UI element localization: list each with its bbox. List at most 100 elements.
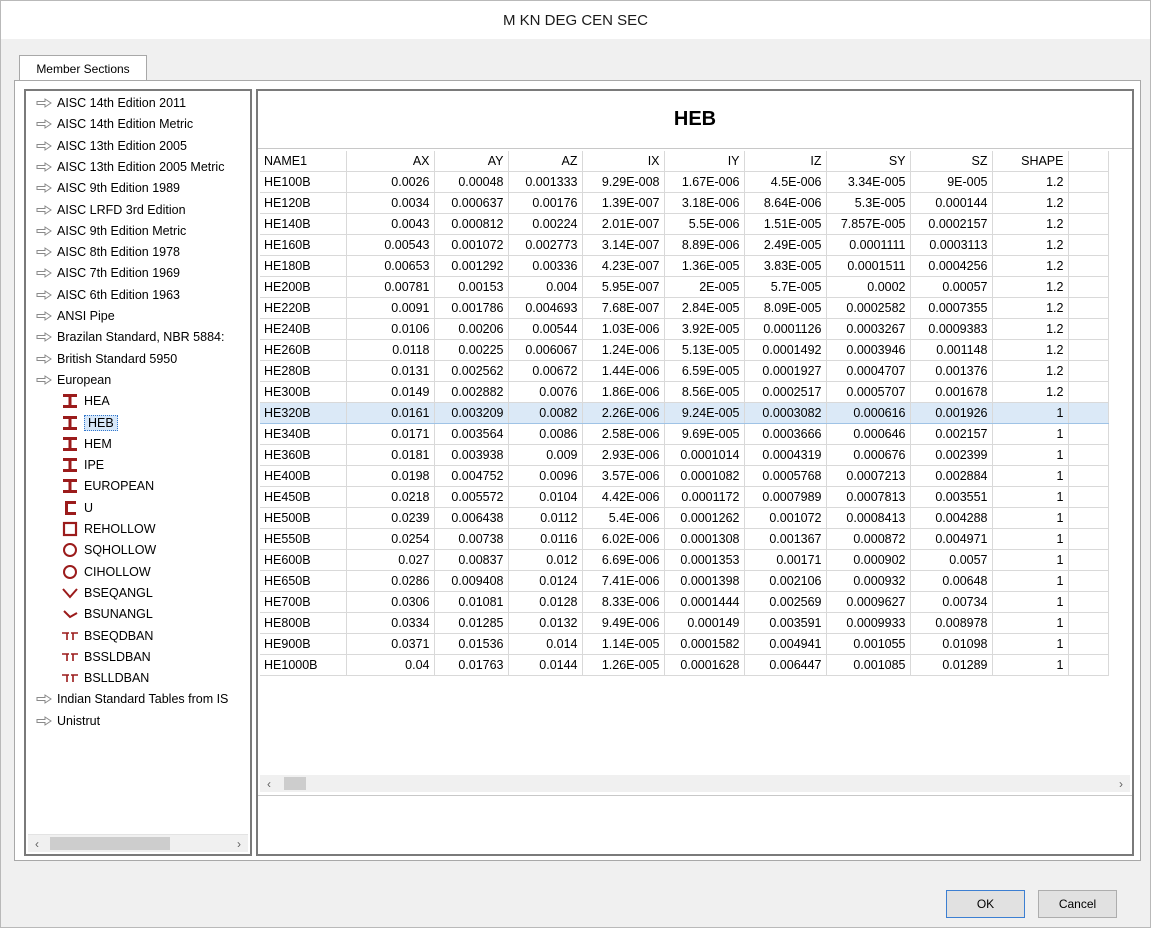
expand-arrow-icon[interactable] [36, 715, 52, 726]
table-cell[interactable]: 1.2 [992, 381, 1069, 403]
table-cell[interactable]: 0.0371 [346, 633, 435, 655]
table-cell[interactable]: 1.2 [992, 339, 1069, 361]
tree-item-aisc-14th-edition-metric[interactable]: AISC 14th Edition Metric [36, 114, 193, 134]
table-cell[interactable]: 0.001678 [910, 381, 993, 403]
table-cell[interactable]: HE280B [260, 360, 347, 382]
table-cell[interactable]: HE140B [260, 213, 347, 235]
tree-item-bsunangl[interactable]: BSUNANGL [60, 604, 153, 624]
table-cell[interactable]: 0.00837 [434, 549, 509, 571]
table-cell[interactable]: 0.003551 [910, 486, 993, 508]
table-cell[interactable]: 0.00653 [346, 255, 435, 277]
table-cell[interactable]: 0.001055 [826, 633, 911, 655]
table-cell[interactable]: 0.005572 [434, 486, 509, 508]
table-cell[interactable]: 0.0009627 [826, 591, 911, 613]
table-cell[interactable]: 4.5E-006 [744, 171, 827, 193]
tree-item-sqhollow[interactable]: SQHOLLOW [60, 540, 156, 560]
table-cell[interactable]: 0.002399 [910, 444, 993, 466]
tree-item-bslldban[interactable]: BSLLDBAN [60, 668, 149, 688]
table-cell[interactable]: 0.0001628 [664, 654, 745, 676]
table-cell[interactable]: 0.000812 [434, 213, 509, 235]
table-cell[interactable]: 0.00224 [508, 213, 583, 235]
table-cell[interactable]: 0.0007813 [826, 486, 911, 508]
tree-item-british-standard-5950[interactable]: British Standard 5950 [36, 349, 177, 369]
table-cell[interactable]: HE900B [260, 633, 347, 655]
tab-member-sections[interactable]: Member Sections [19, 55, 147, 81]
tree-item-heb[interactable]: HEB [60, 413, 118, 433]
table-cell[interactable]: 0.0007989 [744, 486, 827, 508]
table-cell[interactable]: 0.0091 [346, 297, 435, 319]
expand-arrow-icon[interactable] [36, 204, 52, 215]
table-cell[interactable]: 0.00781 [346, 276, 435, 298]
column-header-ix[interactable]: IX [582, 151, 665, 172]
tree-item-hea[interactable]: HEA [60, 391, 110, 411]
table-row[interactable]: HE260B 0.0118 0.00225 0.006067 1.24E-006 5.13… [260, 339, 1109, 361]
table-cell[interactable]: 8.64E-006 [744, 192, 827, 214]
table-cell[interactable]: 9.49E-006 [582, 612, 665, 634]
table-cell[interactable]: 8.89E-006 [664, 234, 745, 256]
table-cell[interactable]: 1 [992, 423, 1069, 445]
table-cell[interactable]: 0.0001444 [664, 591, 745, 613]
table-cell[interactable]: 0.00336 [508, 255, 583, 277]
expand-arrow-icon[interactable] [36, 98, 52, 108]
table-cell[interactable]: 0.0057 [910, 549, 993, 571]
table-cell[interactable]: 1 [992, 486, 1069, 508]
table-cell[interactable]: 0.000616 [826, 402, 911, 424]
table-cell[interactable]: 0.0076 [508, 381, 583, 403]
table-cell[interactable]: 0.01098 [910, 633, 993, 655]
table-cell[interactable]: 2.26E-006 [582, 402, 665, 424]
table-cell[interactable]: 0.001085 [826, 654, 911, 676]
table-cell[interactable]: 0.004 [508, 276, 583, 298]
table-cell[interactable]: 0.0001927 [744, 360, 827, 382]
table-cell[interactable]: 1.86E-006 [582, 381, 665, 403]
table-cell[interactable]: 1.24E-006 [582, 339, 665, 361]
table-row[interactable]: HE650B 0.0286 0.009408 0.0124 7.41E-006 0.000… [260, 570, 1109, 592]
table-cell[interactable]: 2.01E-007 [582, 213, 665, 235]
table-row[interactable]: HE1000B 0.04 0.01763 0.0144 1.26E-005 0.00016… [260, 654, 1109, 676]
table-cell[interactable]: HE220B [260, 297, 347, 319]
table-cell[interactable]: HE700B [260, 591, 347, 613]
table-cell[interactable]: 2E-005 [664, 276, 745, 298]
table-cell[interactable]: 5.13E-005 [664, 339, 745, 361]
table-row[interactable]: HE800B 0.0334 0.01285 0.0132 9.49E-006 0.0001… [260, 612, 1109, 634]
scrollbar-thumb[interactable] [50, 837, 170, 850]
tree-item-brazilan-standard-nbr-5884[interactable]: Brazilan Standard, NBR 5884: [36, 327, 224, 347]
table-cell[interactable]: 2.58E-006 [582, 423, 665, 445]
table-cell[interactable]: 1.26E-005 [582, 654, 665, 676]
table-row[interactable]: HE120B 0.0034 0.000637 0.00176 1.39E-007 3.18… [260, 192, 1109, 214]
table-cell[interactable]: HE1000B [260, 654, 347, 676]
table-cell[interactable]: 1.2 [992, 360, 1069, 382]
column-header-sy[interactable]: SY [826, 151, 911, 172]
table-cell[interactable]: 0.01081 [434, 591, 509, 613]
expand-arrow-icon[interactable] [36, 140, 52, 151]
table-cell[interactable]: 0.0002517 [744, 381, 827, 403]
tree-item-rehollow[interactable]: REHOLLOW [60, 519, 156, 539]
expand-arrow-icon[interactable] [36, 311, 52, 321]
table-cell[interactable]: 7.857E-005 [826, 213, 911, 235]
expand-arrow-icon[interactable] [36, 268, 52, 279]
table-cell[interactable]: 1 [992, 612, 1069, 634]
table-row[interactable]: HE900B 0.0371 0.01536 0.014 1.14E-005 0.00015… [260, 633, 1109, 655]
table-cell[interactable]: 0.001926 [910, 402, 993, 424]
table-cell[interactable]: 1 [992, 528, 1069, 550]
table-cell[interactable]: 0.0144 [508, 654, 583, 676]
table-cell[interactable]: 1.2 [992, 171, 1069, 193]
table-cell[interactable]: 3.34E-005 [826, 171, 911, 193]
table-cell[interactable]: 0.0334 [346, 612, 435, 634]
table-cell[interactable]: 0.0106 [346, 318, 435, 340]
scroll-right-icon[interactable]: › [1112, 775, 1130, 792]
table-cell[interactable]: 0.0001111 [826, 234, 911, 256]
table-cell[interactable]: 1.2 [992, 297, 1069, 319]
table-cell[interactable]: 1.2 [992, 318, 1069, 340]
expand-arrow-icon[interactable] [36, 119, 52, 130]
tree-item-hem[interactable]: HEM [60, 434, 112, 454]
table-horizontal-scrollbar[interactable]: ‹ › [260, 775, 1130, 792]
table-cell[interactable]: 0.00544 [508, 318, 583, 340]
table-cell[interactable]: 9.69E-005 [664, 423, 745, 445]
table-cell[interactable]: 3.83E-005 [744, 255, 827, 277]
table-cell[interactable]: 6.02E-006 [582, 528, 665, 550]
table-cell[interactable]: HE400B [260, 465, 347, 487]
table-cell[interactable]: 3.14E-007 [582, 234, 665, 256]
tree-item-aisc-14th-edition-2011[interactable]: AISC 14th Edition 2011 [36, 93, 186, 113]
table-cell[interactable]: 1 [992, 465, 1069, 487]
table-cell[interactable]: 0.0001126 [744, 318, 827, 340]
